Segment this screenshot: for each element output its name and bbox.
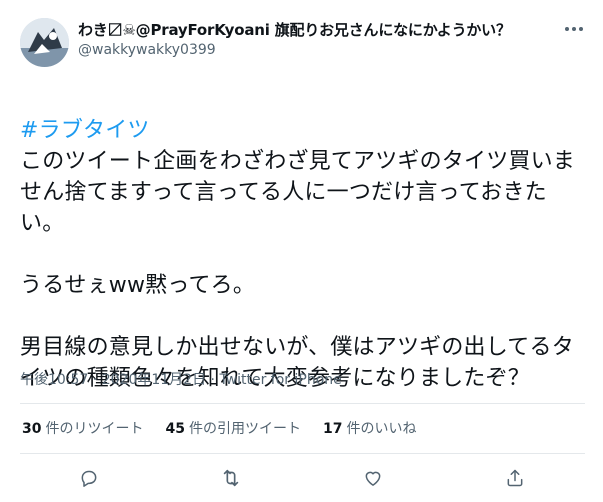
- share-icon[interactable]: [499, 462, 531, 494]
- quotes-stat[interactable]: 45 件の引用ツイート: [165, 420, 300, 438]
- retweets-count: 30: [22, 421, 42, 437]
- engagement-stats: 30 件のリツイート 45 件の引用ツイート 17 件のいいね: [22, 420, 416, 438]
- hashtag-link[interactable]: #ラブタイツ: [20, 115, 585, 146]
- tweet-time[interactable]: 午後10:57: [20, 372, 88, 388]
- quotes-label: 件の引用ツイート: [188, 421, 301, 437]
- tweet-source[interactable]: Twitter for iPhone: [219, 372, 341, 388]
- meta-separator: ·: [210, 372, 215, 388]
- like-icon[interactable]: [357, 462, 389, 494]
- user-handle[interactable]: @wakkywakky0399: [78, 40, 548, 60]
- tweet-header: わき〼☠@PrayForKyoani 旗配りお兄さんになにかようかい？ @wak…: [20, 18, 588, 67]
- more-icon[interactable]: [564, 22, 584, 36]
- meta-separator: ·: [92, 372, 98, 388]
- likes-stat[interactable]: 17 件のいいね: [323, 420, 416, 438]
- tweet-date[interactable]: 2020年11月2日: [102, 372, 206, 388]
- display-name[interactable]: わき〼☠@PrayForKyoani 旗配りお兄さんになにかようかい？: [78, 20, 548, 40]
- tweet-text: このツイート企画をわざわざ見てアツギのタイツ買いません捨てますって言ってる人に一…: [20, 149, 576, 391]
- tweet: わき〼☠@PrayForKyoani 旗配りお兄さんになにかようかい？ @wak…: [0, 0, 603, 502]
- tweet-metadata: 午後10:57 · 2020年11月2日 · Twitter for iPhon…: [20, 371, 342, 389]
- quotes-count: 45: [165, 421, 185, 437]
- divider: [20, 403, 585, 404]
- likes-label: 件のいいね: [346, 421, 417, 437]
- retweets-stat[interactable]: 30 件のリツイート: [22, 420, 143, 438]
- tweet-body: #ラブタイツ このツイート企画をわざわざ見てアツギのタイツ買いません捨てますって言…: [20, 84, 585, 394]
- action-bar: [0, 462, 603, 494]
- retweets-label: 件のリツイート: [45, 421, 144, 437]
- reply-icon[interactable]: [73, 462, 105, 494]
- divider: [20, 453, 585, 454]
- avatar[interactable]: [20, 18, 69, 67]
- likes-count: 17: [322, 421, 343, 437]
- retweet-icon[interactable]: [215, 462, 247, 494]
- author-names: わき〼☠@PrayForKyoani 旗配りお兄さんになにかようかい？ @wak…: [78, 20, 548, 60]
- avatar-image: [20, 18, 69, 67]
